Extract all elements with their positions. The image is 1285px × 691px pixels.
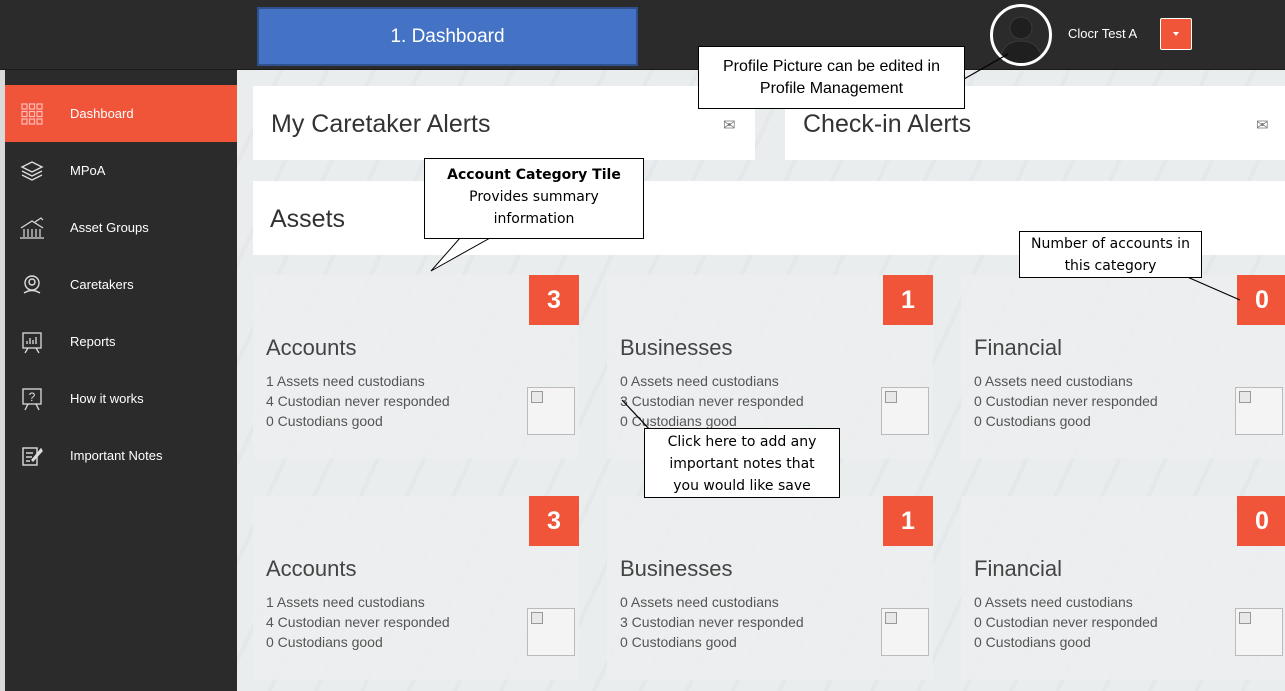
tile-line: 1 Assets need custodians	[266, 594, 425, 610]
broken-image-icon[interactable]	[1235, 387, 1283, 435]
sidebar-item-how-it-works[interactable]: ? How it works	[5, 370, 237, 427]
envelope-icon[interactable]: ✉	[1256, 116, 1269, 134]
tile-financial[interactable]: 0 Financial 0 Assets need custodians 0 C…	[961, 496, 1285, 680]
tile-line: 3 Custodian never responded	[620, 393, 804, 409]
tile-line: 0 Assets need custodians	[620, 373, 779, 389]
tile-businesses[interactable]: 1 Businesses 0 Assets need custodians 3 …	[607, 496, 933, 680]
tile-line: 1 Assets need custodians	[266, 373, 425, 389]
broken-image-icon[interactable]	[881, 387, 929, 435]
how-it-works-icon: ?	[19, 386, 45, 412]
reports-icon	[19, 329, 45, 355]
sidebar: Dashboard MPoA Asset Groups Caretakers R…	[5, 70, 237, 691]
person-icon	[998, 16, 1044, 63]
sidebar-item-label: Dashboard	[70, 106, 134, 121]
tile-line: 0 Custodian never responded	[974, 393, 1158, 409]
tile-summary: 0 Assets need custodians 0 Custodian nev…	[974, 371, 1158, 431]
account-category-tile-callout: Account Category Tile Provides summary i…	[424, 158, 644, 239]
tile-count-badge: 1	[883, 496, 933, 546]
tile-line: 4 Custodian never responded	[266, 614, 450, 630]
tile-accounts[interactable]: 3 Accounts 1 Assets need custodians 4 Cu…	[253, 496, 579, 680]
checkin-alerts-title: Check-in Alerts	[803, 110, 972, 138]
sidebar-item-label: Reports	[70, 334, 116, 349]
tile-line: 4 Custodian never responded	[266, 393, 450, 409]
caretaker-alerts-panel[interactable]: My Caretaker Alerts ✉	[253, 86, 755, 160]
tile-count-badge: 0	[1237, 496, 1285, 546]
user-menu-dropdown-button[interactable]	[1160, 18, 1192, 50]
sidebar-item-label: MPoA	[70, 163, 106, 178]
tile-count-badge: 1	[883, 275, 933, 325]
page-banner: 1. Dashboard	[257, 7, 638, 66]
envelope-icon[interactable]: ✉	[723, 116, 736, 134]
broken-image-icon[interactable]	[527, 387, 575, 435]
tile-line: 0 Assets need custodians	[620, 594, 779, 610]
tile-accounts[interactable]: 3 Accounts 1 Assets need custodians 4 Cu…	[253, 275, 579, 459]
dashboard-grid-icon	[19, 101, 45, 127]
tile-line: 0 Assets need custodians	[974, 373, 1133, 389]
tile-count-badge: 0	[1237, 275, 1285, 325]
sidebar-item-asset-groups[interactable]: Asset Groups	[5, 199, 237, 256]
tile-title: Accounts	[266, 556, 357, 581]
tile-financial[interactable]: 0 Financial 0 Assets need custodians 0 C…	[961, 275, 1285, 459]
tile-line: 0 Custodians good	[974, 413, 1091, 429]
tile-line: 0 Custodians good	[266, 634, 383, 650]
tile-title: Financial	[974, 335, 1063, 360]
assets-title: Assets	[270, 205, 346, 233]
caretakers-icon	[19, 272, 45, 298]
sidebar-item-mpoa[interactable]: MPoA	[5, 142, 237, 199]
sidebar-item-important-notes[interactable]: Important Notes	[5, 427, 237, 484]
sidebar-item-dashboard[interactable]: Dashboard	[5, 85, 237, 142]
callout-heading: Account Category Tile	[447, 167, 621, 183]
important-notes-callout: Click here to add any important notes th…	[644, 428, 840, 498]
tile-title: Businesses	[620, 335, 733, 360]
tile-summary: 0 Assets need custodians 3 Custodian nev…	[620, 592, 804, 652]
account-count-callout: Number of accounts in this category	[1019, 231, 1202, 278]
tile-summary: 1 Assets need custodians 4 Custodian nev…	[266, 592, 450, 652]
tile-summary: 1 Assets need custodians 4 Custodian nev…	[266, 371, 450, 431]
important-notes-icon	[19, 443, 45, 469]
top-bar: 1. Dashboard Clocr Test A	[0, 0, 1285, 70]
user-name[interactable]: Clocr Test A	[1068, 26, 1137, 41]
tile-line: 0 Assets need custodians	[974, 594, 1133, 610]
tile-title: Accounts	[266, 335, 357, 360]
layers-icon	[19, 158, 45, 184]
tile-line: 0 Custodian never responded	[974, 614, 1158, 630]
broken-image-icon[interactable]	[527, 608, 575, 656]
broken-image-icon[interactable]	[1235, 608, 1283, 656]
profile-avatar[interactable]	[990, 4, 1052, 66]
tile-line: 3 Custodian never responded	[620, 614, 804, 630]
tile-line: 0 Custodians good	[266, 413, 383, 429]
sidebar-item-label: How it works	[70, 391, 144, 406]
tile-title: Businesses	[620, 556, 733, 581]
svg-text:?: ?	[29, 390, 36, 404]
tile-count-badge: 3	[529, 496, 579, 546]
tile-title: Financial	[974, 556, 1063, 581]
sidebar-item-reports[interactable]: Reports	[5, 313, 237, 370]
profile-picture-callout: Profile Picture can be edited in Profile…	[698, 46, 965, 109]
broken-image-icon[interactable]	[881, 608, 929, 656]
tile-summary: 0 Assets need custodians 0 Custodian nev…	[974, 592, 1158, 652]
caretaker-alerts-title: My Caretaker Alerts	[271, 110, 491, 138]
sidebar-item-label: Asset Groups	[70, 220, 149, 235]
tile-line: 0 Custodians good	[974, 634, 1091, 650]
asset-groups-icon	[19, 215, 45, 241]
sidebar-item-label: Caretakers	[70, 277, 134, 292]
tile-summary: 0 Assets need custodians 3 Custodian nev…	[620, 371, 804, 431]
callout-body: Provides summary information	[469, 189, 599, 227]
caret-down-icon	[1173, 32, 1179, 36]
sidebar-item-label: Important Notes	[70, 448, 163, 463]
sidebar-item-caretakers[interactable]: Caretakers	[5, 256, 237, 313]
tile-line: 0 Custodians good	[620, 634, 737, 650]
tile-count-badge: 3	[529, 275, 579, 325]
